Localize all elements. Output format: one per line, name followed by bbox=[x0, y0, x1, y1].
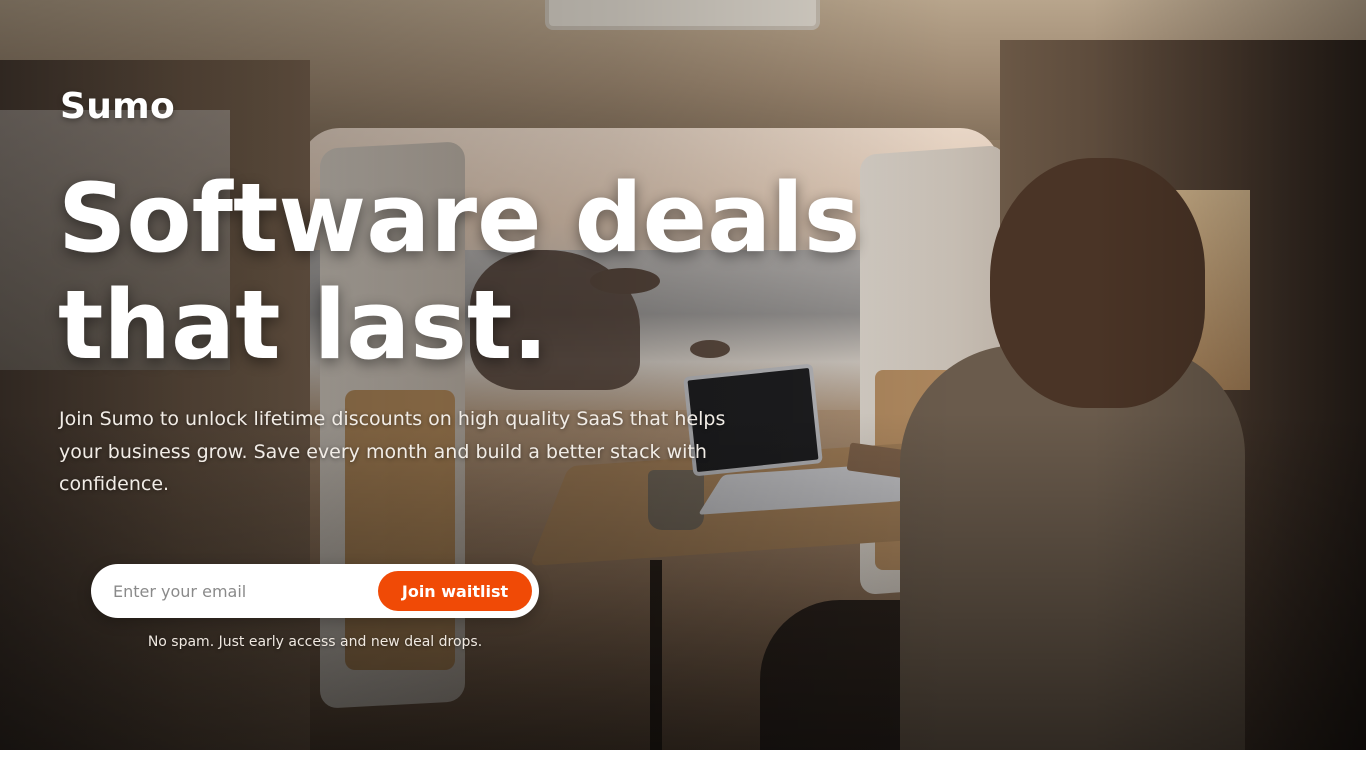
hero-content: Sumo Software deals that last. Join Sumo… bbox=[0, 0, 1366, 750]
email-input[interactable] bbox=[113, 564, 368, 618]
brand-logo[interactable]: Sumo bbox=[60, 86, 175, 127]
hero-headline: Software deals that last. bbox=[58, 166, 958, 380]
hero-subtext: Join Sumo to unlock lifetime discounts o… bbox=[59, 408, 726, 495]
waitlist-form: Join waitlist bbox=[91, 564, 539, 618]
page-bottom-strip bbox=[0, 750, 1366, 768]
headline-line-2: that last. bbox=[58, 271, 549, 381]
hero-section: Sumo Software deals that last. Join Sumo… bbox=[0, 0, 1366, 750]
headline-line-1: Software deals bbox=[58, 164, 861, 274]
join-waitlist-button[interactable]: Join waitlist bbox=[378, 571, 532, 611]
no-spam-note: No spam. Just early access and new deal … bbox=[147, 634, 483, 650]
